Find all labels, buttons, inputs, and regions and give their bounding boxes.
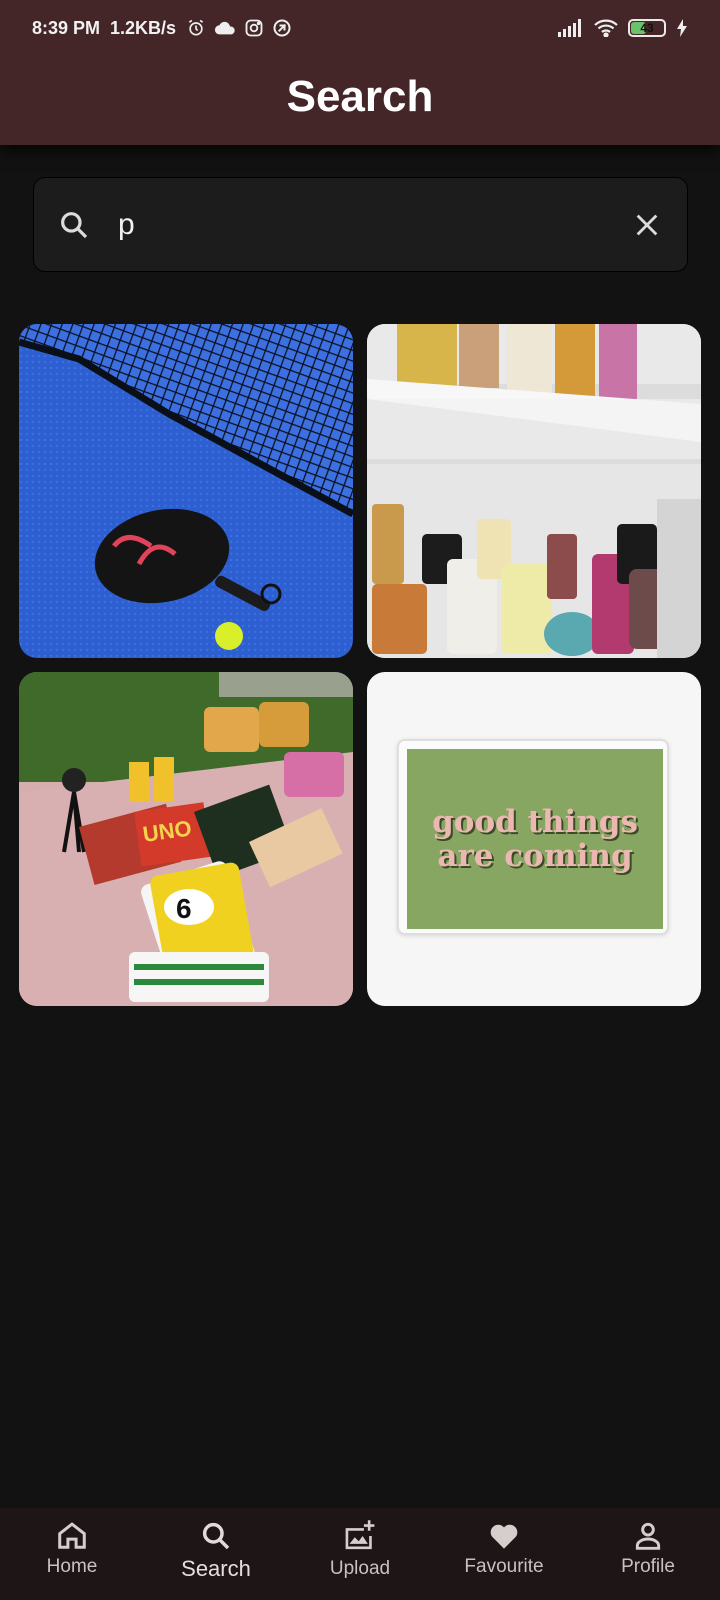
results-grid: UNO 6 good things are coming xyxy=(19,324,701,1006)
nav-home[interactable]: Home xyxy=(0,1508,144,1600)
alarm-icon xyxy=(188,19,204,36)
charging-icon xyxy=(677,19,687,37)
result-tile-padel[interactable] xyxy=(19,324,353,658)
poster-frame: good things are coming xyxy=(397,739,669,935)
poster-text-line2: are coming xyxy=(437,838,633,874)
poster-image: good things are coming xyxy=(407,749,663,929)
clear-search-button[interactable] xyxy=(627,205,667,245)
search-icon xyxy=(202,1522,230,1550)
result-tile-poster[interactable]: good things are coming xyxy=(367,672,701,1006)
status-time: 8:39 PM xyxy=(32,17,101,38)
bottom-navigation: Home Search Upload Favourite Profile xyxy=(0,1508,720,1600)
nav-profile[interactable]: Profile xyxy=(576,1508,720,1600)
result-tile-picnic[interactable]: UNO 6 xyxy=(19,672,353,1006)
search-icon xyxy=(54,205,94,245)
wifi-icon xyxy=(594,19,618,37)
instagram-icon xyxy=(245,19,263,37)
search-bar[interactable] xyxy=(33,177,688,272)
home-icon xyxy=(58,1522,86,1549)
nav-search[interactable]: Search xyxy=(144,1508,288,1600)
picnic-photo: UNO 6 xyxy=(19,672,353,1006)
svg-text:6: 6 xyxy=(176,893,192,924)
status-bar: 8:39 PM 1.2KB/s 43 xyxy=(0,0,720,56)
network-speed: 1.2KB/s xyxy=(110,17,177,38)
nav-favourite-label: Favourite xyxy=(464,1556,544,1577)
cloud-icon xyxy=(214,21,235,35)
nav-home-label: Home xyxy=(46,1556,98,1577)
nav-search-label: Search xyxy=(181,1556,251,1581)
nav-profile-label: Profile xyxy=(621,1556,675,1577)
nav-favourite[interactable]: Favourite xyxy=(432,1508,576,1600)
search-input[interactable] xyxy=(118,207,627,242)
signal-icon xyxy=(558,19,581,37)
add-photo-icon xyxy=(345,1520,375,1550)
heart-icon xyxy=(490,1524,518,1549)
battery-icon: 43 xyxy=(628,19,666,37)
app-bar: 8:39 PM 1.2KB/s 43 Search xyxy=(0,0,720,145)
vpn-icon xyxy=(273,19,291,37)
poster-text-line1: good things xyxy=(432,804,638,840)
person-icon xyxy=(635,1522,661,1550)
page-title: Search xyxy=(286,72,434,121)
close-icon xyxy=(636,214,658,235)
padel-photo xyxy=(19,324,353,658)
nav-upload-label: Upload xyxy=(329,1558,391,1579)
nav-upload[interactable]: Upload xyxy=(288,1508,432,1600)
perfume-photo xyxy=(367,324,701,658)
battery-percent: 43 xyxy=(640,21,654,35)
result-tile-perfume[interactable] xyxy=(367,324,701,658)
